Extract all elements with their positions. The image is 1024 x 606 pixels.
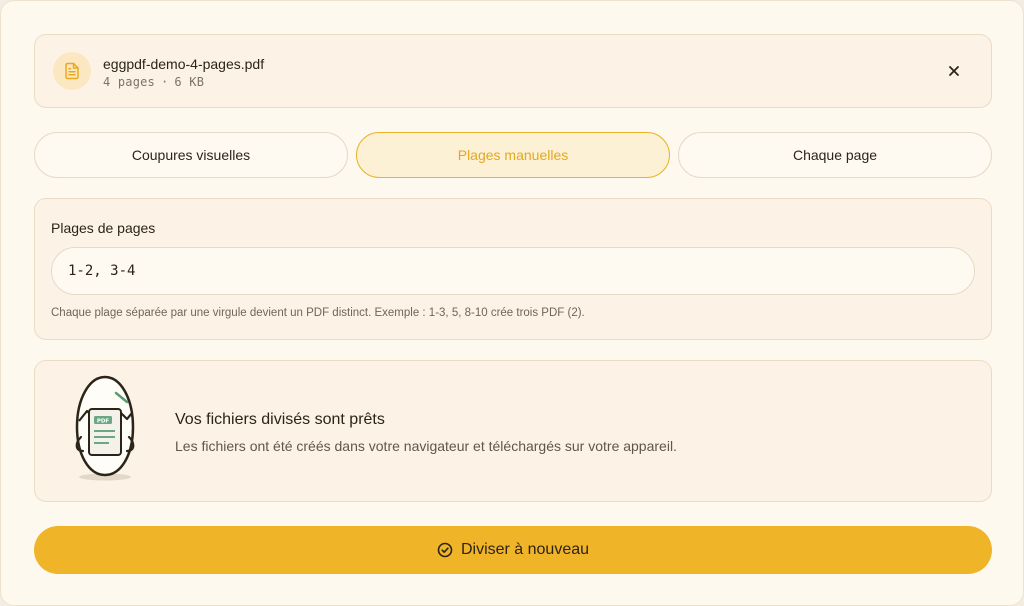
split-again-button[interactable]: Diviser à nouveau xyxy=(34,526,992,574)
tab-visual-cuts[interactable]: Coupures visuelles xyxy=(34,132,348,178)
egg-document-illustration: PDF xyxy=(75,375,135,481)
result-title: Vos fichiers divisés sont prêts xyxy=(175,411,385,428)
tab-manual-ranges[interactable]: Plages manuelles xyxy=(356,132,670,178)
close-icon xyxy=(949,66,959,76)
page-ranges-label: Plages de pages xyxy=(51,220,156,236)
file-card: eggpdf-demo-4-pages.pdf 4 pages · 6 KB xyxy=(34,34,992,108)
split-again-label: Diviser à nouveau xyxy=(460,541,590,558)
split-mode-tabs: Coupures visuelles Plages manuelles Chaq… xyxy=(34,132,992,178)
file-text-icon xyxy=(53,52,91,90)
result-card: PDF Vos fichiers divisés sont prêts Les … xyxy=(34,360,992,502)
file-meta: 4 pages · 6 KB xyxy=(103,75,204,89)
page-ranges-card: Plages de pages Chaque plage séparée par… xyxy=(34,198,992,340)
split-panel: eggpdf-demo-4-pages.pdf 4 pages · 6 KB Cou… xyxy=(0,0,1024,606)
file-meta-separator: · xyxy=(160,75,169,89)
remove-file-button[interactable] xyxy=(943,60,965,82)
pdf-badge: PDF xyxy=(97,419,110,425)
tab-every-page[interactable]: Chaque page xyxy=(678,132,992,178)
check-circle-icon xyxy=(437,542,453,558)
page-ranges-help: Chaque plage séparée par une virgule dev… xyxy=(51,307,585,319)
page-ranges-input[interactable] xyxy=(51,247,975,295)
file-page-count: 4 pages xyxy=(103,75,155,89)
result-subtitle: Les fichiers ont été créés dans votre na… xyxy=(175,438,677,454)
file-name: eggpdf-demo-4-pages.pdf xyxy=(103,56,265,72)
file-size: 6 KB xyxy=(174,75,205,89)
